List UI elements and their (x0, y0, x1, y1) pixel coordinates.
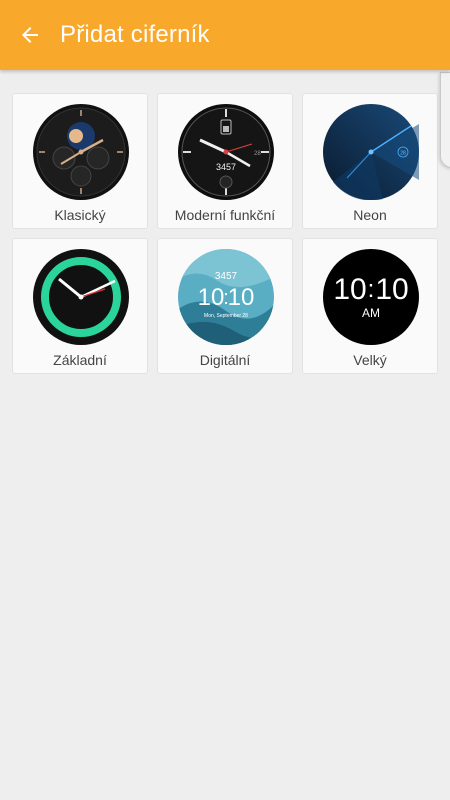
svg-text::: : (368, 276, 375, 303)
svg-text:10: 10 (198, 284, 225, 311)
watch-face-label: Klasický (54, 207, 106, 223)
svg-text:28: 28 (254, 151, 261, 157)
watch-face-label: Základní (53, 352, 107, 368)
svg-text:10: 10 (228, 284, 255, 311)
basic-watch-face (33, 249, 129, 345)
watch-face-card-neon[interactable]: 28 Neon (302, 93, 438, 229)
edge-panel-handle[interactable] (440, 72, 450, 168)
watch-face-card-basic[interactable]: Základní (12, 238, 148, 374)
watch-face-card-modern[interactable]: 28 3457 Moderní funkční (157, 93, 293, 229)
svg-text:10: 10 (333, 273, 366, 306)
big-watch-face: 10 : 10 AM (323, 249, 419, 345)
svg-text:10: 10 (375, 273, 408, 306)
watch-face-label: Velký (353, 352, 387, 368)
classic-watch-face (33, 104, 129, 200)
neon-watch-face: 28 (323, 104, 419, 200)
arrow-left-icon (22, 27, 38, 43)
svg-text:3457: 3457 (215, 271, 238, 282)
svg-text:Mon, September 28: Mon, September 28 (204, 313, 248, 319)
watch-face-label: Digitální (199, 352, 251, 368)
watch-face-card-big[interactable]: 10 : 10 AM Velký (302, 238, 438, 374)
modern-functional-watch-face: 28 3457 (178, 104, 274, 200)
app-bar: Přidat ciferník (0, 0, 450, 70)
svg-text:28: 28 (400, 151, 406, 157)
svg-text:3457: 3457 (216, 162, 236, 172)
watch-face-label: Moderní funkční (174, 207, 276, 223)
watch-face-label: Neon (353, 207, 387, 223)
back-button[interactable] (0, 0, 60, 70)
svg-text:AM: AM (362, 306, 380, 320)
page-title: Přidat ciferník (60, 21, 210, 48)
watch-face-grid: Klasický 28 3457 Moderní funkční 28 Neon… (12, 93, 438, 374)
digital-watch-face: 3457 10 : 10 Mon, September 28 (178, 249, 274, 345)
watch-face-card-classic[interactable]: Klasický (12, 93, 148, 229)
watch-face-card-digital[interactable]: 3457 10 : 10 Mon, September 28 Digitální (157, 238, 293, 374)
